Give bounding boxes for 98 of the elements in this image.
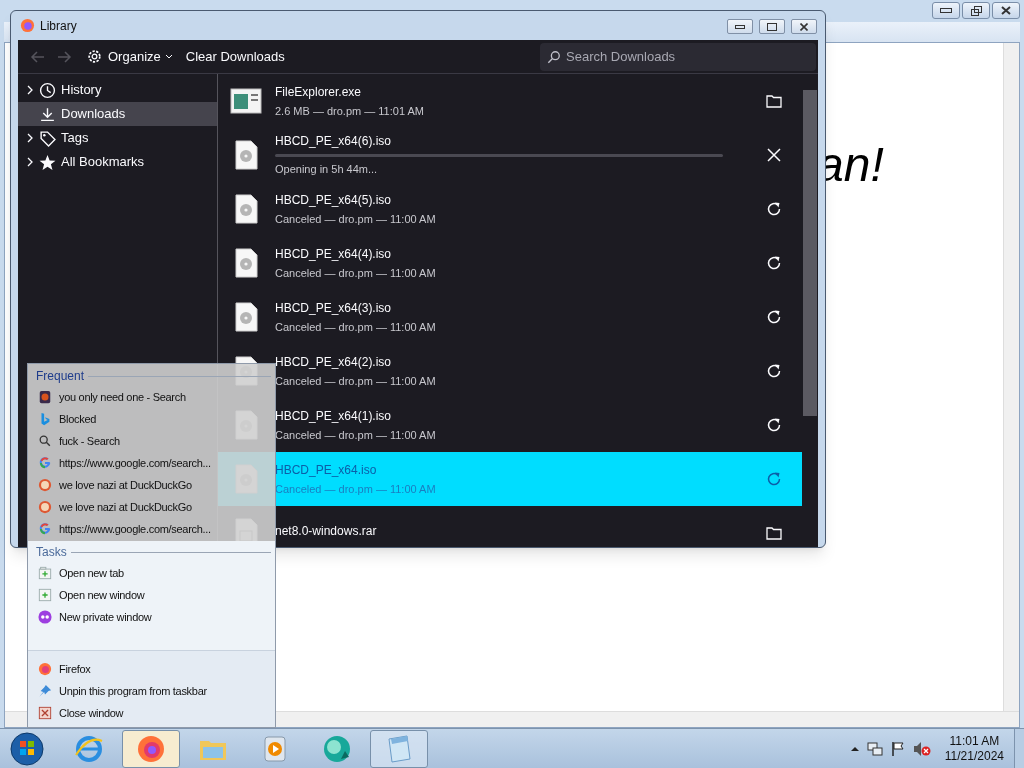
flag-icon[interactable] [890,740,905,757]
download-status: Canceled — dro.pm — 11:00 AM [275,211,437,227]
jump-list-item[interactable]: Open new window [28,584,275,606]
close-icon [800,22,808,31]
sidebar-item[interactable]: Tags [18,126,217,150]
download-status: Canceled — dro.pm — 11:00 AM [275,265,437,281]
maximize-button[interactable] [759,19,785,34]
download-item[interactable]: FileExplorer.exe 2.6 MB — dro.pm — 11:01 AM [218,74,802,128]
section-header: Frequent [36,368,85,385]
folder-icon [766,94,782,108]
tag-icon [39,129,56,147]
download-status: Opening in 5h 44m... [275,162,379,177]
sidebar-item[interactable]: All Bookmarks [18,150,217,174]
thumbnail-icon [38,390,52,404]
download-status: Canceled — dro.pm — 11:00 AM [275,319,437,335]
jump-list-item[interactable]: https://www.google.com/search... [28,518,275,540]
firefox-icon [20,18,35,33]
retry-icon [766,201,782,217]
file-name: HBCD_PE_x64(6).iso [275,133,393,149]
jump-list-item[interactable]: you only need one - Search [28,386,275,408]
minimize-icon [735,24,745,29]
file-name: HBCD_PE_x64.iso [275,461,378,478]
show-hidden-icons-icon[interactable] [850,745,859,752]
retry-icon [766,309,782,325]
forward-arrow-icon [56,48,72,65]
jump-list-item[interactable]: Blocked [28,408,275,430]
window-title: Library [40,17,77,35]
minimize-button[interactable] [932,2,960,19]
duck-icon [38,478,52,492]
windows-logo-icon [9,730,45,767]
taskbar-app-button[interactable] [370,729,428,768]
file-name: HBCD_PE_x64(2).iso [275,353,393,370]
clock[interactable]: 11:01 AM 11/21/2024 [944,733,1004,764]
download-item[interactable]: HBCD_PE_x64(3).iso Canceled — dro.pm — 11:00 AM [218,290,802,344]
muted-speaker-icon[interactable] [912,740,931,757]
download-item[interactable]: HBCD_PE_x64(6).iso Opening in 5h 44m... [218,128,802,182]
jump-list-item[interactable]: Open new tab [28,562,275,584]
file-name: HBCD_PE_x64(5).iso [275,191,393,208]
gear-icon [86,48,103,65]
sidebar-item[interactable]: Downloads [18,102,217,126]
close-icon [1001,6,1011,15]
close-button[interactable] [992,2,1020,19]
sidebar-item[interactable]: History [18,78,217,102]
mask-icon [38,610,52,624]
download-status: Canceled — dro.pm — 11:00 AM [275,481,437,497]
section-header: Tasks [36,544,67,561]
download-item[interactable]: HBCD_PE_x64(5).iso Canceled — dro.pm — 11:00 AM [218,182,802,236]
file-name: net8.0-windows.rar [275,523,378,539]
restore-icon [970,5,982,16]
new-tab-icon [38,566,52,580]
download-item[interactable]: HBCD_PE_x64(4).iso Canceled — dro.pm — 11:00 AM [218,236,802,290]
organize-button[interactable]: Organize [84,43,174,70]
jump-list-item[interactable]: Firefox [28,658,275,680]
pin-icon [38,684,52,698]
file-name: FileExplorer.exe [275,83,363,100]
network-icon[interactable] [866,740,883,757]
retry-icon [766,417,782,433]
vertical-scrollbar[interactable] [1003,43,1019,711]
download-status: Canceled — dro.pm — 11:00 AM [275,427,437,443]
firefox-icon [38,662,52,676]
retry-icon [766,363,782,379]
minimize-icon [940,8,952,13]
download-status: 2.6 MB — dro.pm — 11:01 AM [275,103,425,119]
clear-downloads-button[interactable]: Clear Downloads [183,43,287,70]
dropdown-caret-icon [165,54,172,59]
chevron-right-icon[interactable] [26,157,34,167]
folder-icon [766,526,782,540]
search-field[interactable]: Search Downloads [540,42,816,71]
program-file-icon [230,85,262,117]
jump-list-item[interactable]: Unpin this program from taskbar [28,680,275,702]
clock-icon [39,81,56,99]
jump-list-item[interactable]: fuck - Search [28,430,275,452]
retry-icon [766,255,782,271]
search-icon [38,434,52,448]
duck-icon [38,500,52,514]
close-icon [767,148,781,162]
minimize-button[interactable] [727,19,753,34]
star-icon [39,153,56,171]
google-icon [38,522,52,536]
maximize-icon [767,22,777,31]
google-icon [38,456,52,470]
file-name: HBCD_PE_x64(4).iso [275,245,393,262]
jump-list-item[interactable]: New private window [28,606,275,628]
restore-button[interactable] [962,2,990,19]
close-window-icon [38,706,52,720]
download-status: Canceled — dro.pm — 11:00 AM [275,373,437,389]
file-name: HBCD_PE_x64(3).iso [275,299,393,316]
search-icon [547,49,561,64]
back-arrow-icon [30,48,46,65]
taskbar-app-button[interactable] [122,729,180,768]
chevron-right-icon[interactable] [26,85,34,95]
chevron-right-icon[interactable] [26,133,34,143]
jump-list-item[interactable]: Close window [28,702,275,724]
file-name: HBCD_PE_x64(1).iso [275,407,393,424]
close-button[interactable] [791,19,817,34]
new-window-icon [38,588,52,602]
download-icon [39,105,56,123]
retry-icon [766,471,782,487]
